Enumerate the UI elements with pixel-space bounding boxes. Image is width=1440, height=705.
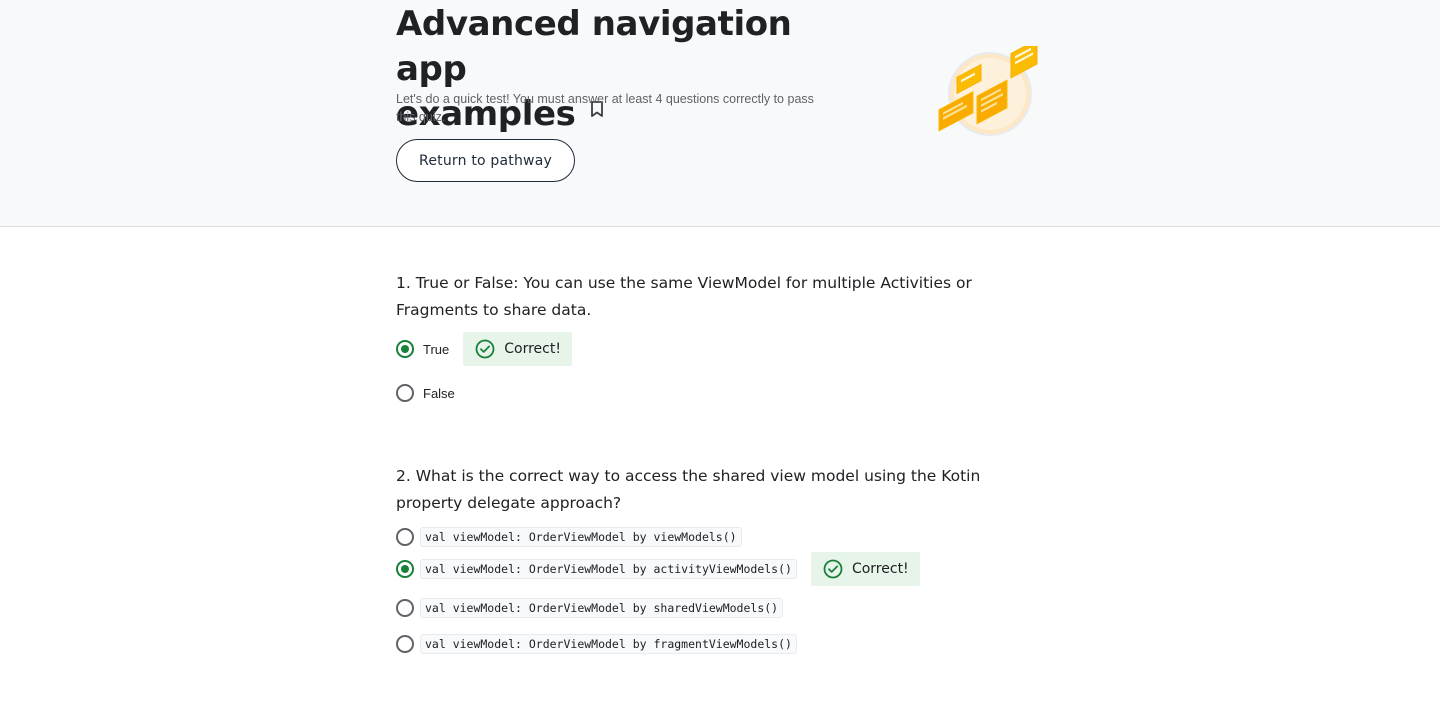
correct-feedback-badge: Correct! <box>810 552 920 586</box>
answer-option[interactable]: val viewModel: OrderViewModel by activit… <box>396 552 1056 586</box>
quiz-questions: 1. True or False: You can use the same V… <box>396 270 1056 656</box>
navigation-screens-illustration <box>932 38 1042 138</box>
check-circle-icon <box>475 339 495 359</box>
quiz-header-content: Advanced navigation app examples Let's do… <box>396 0 1046 226</box>
return-to-pathway-button[interactable]: Return to pathway <box>396 139 575 182</box>
code-answer-label: val viewModel: OrderViewModel by sharedV… <box>420 598 784 618</box>
radio-button[interactable] <box>396 635 414 653</box>
code-answer-label: val viewModel: OrderViewModel by fragmen… <box>420 634 797 654</box>
correct-feedback-badge: Correct! <box>463 332 572 366</box>
code-answer-label: val viewModel: OrderViewModel by viewMod… <box>420 527 742 547</box>
radio-button[interactable] <box>396 528 414 546</box>
page-title-line1: Advanced navigation app <box>396 4 792 89</box>
radio-button[interactable] <box>396 384 414 402</box>
question-text: 1. True or False: You can use the same V… <box>396 274 972 319</box>
question-2: 2. What is the correct way to access the… <box>396 463 1056 656</box>
answer-label: False <box>423 385 455 401</box>
quiz-header: Advanced navigation app examples Let's do… <box>0 0 1440 227</box>
answer-option[interactable]: val viewModel: OrderViewModel by sharedV… <box>396 596 1056 620</box>
answer-option[interactable]: False <box>396 381 1056 405</box>
correct-feedback-text: Correct! <box>504 341 561 357</box>
answer-option[interactable]: val viewModel: OrderViewModel by viewMod… <box>396 525 1056 549</box>
radio-button-selected[interactable] <box>396 340 414 358</box>
answer-option[interactable]: True Correct! <box>396 332 1056 366</box>
radio-button-selected[interactable] <box>396 560 414 578</box>
radio-button[interactable] <box>396 599 414 617</box>
check-circle-icon <box>823 559 843 579</box>
answer-label: True <box>423 341 450 357</box>
answer-option[interactable]: val viewModel: OrderViewModel by fragmen… <box>396 632 1056 656</box>
quiz-description: Let's do a quick test! You must answer a… <box>396 92 814 124</box>
question-1: 1. True or False: You can use the same V… <box>396 270 1056 405</box>
correct-feedback-text: Correct! <box>851 561 909 577</box>
code-answer-label: val viewModel: OrderViewModel by activit… <box>420 559 797 579</box>
question-text: 2. What is the correct way to access the… <box>396 467 981 512</box>
